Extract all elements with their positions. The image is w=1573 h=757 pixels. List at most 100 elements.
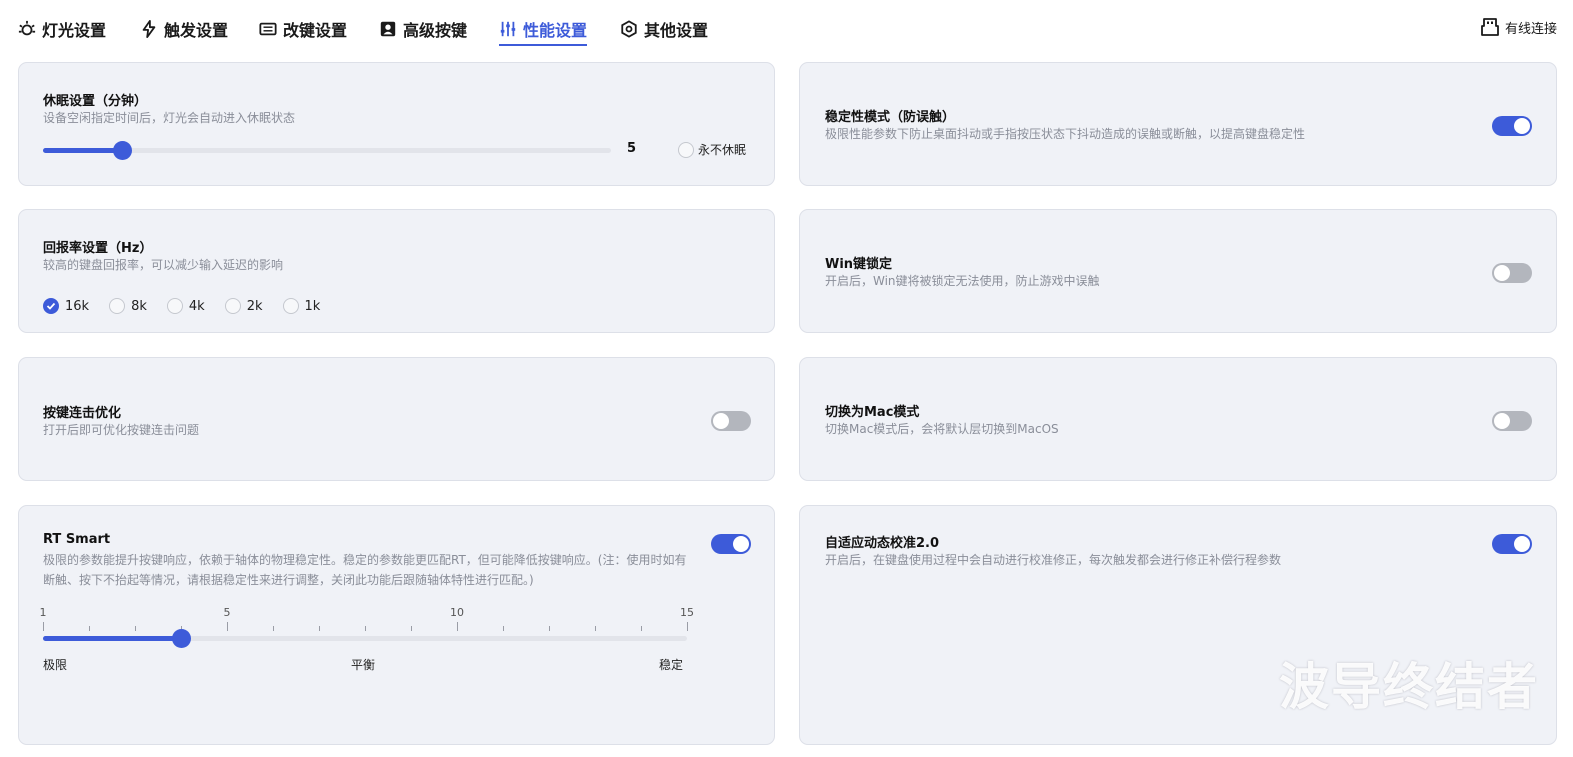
win-lock-title: Win键锁定 [825, 257, 893, 272]
toggle-knob [1514, 536, 1530, 552]
report-rate-option-1k[interactable]: 1k [282, 298, 321, 314]
rt-tick-label: 5 [223, 606, 231, 619]
report-rate-title: 回报率设置（Hz） [43, 241, 153, 256]
debounce-toggle[interactable] [711, 411, 751, 431]
radio-dot[interactable] [224, 298, 241, 314]
adaptive-toggle[interactable] [1492, 534, 1532, 554]
sliders-icon [500, 21, 516, 37]
rt-smart-scale: 1 5 10 15 [39, 606, 694, 636]
check-icon [46, 302, 56, 310]
rt-tick-mark [42, 622, 44, 631]
sleep-slider-fill [43, 148, 122, 153]
rt-smart-slider[interactable] [43, 629, 687, 648]
sleep-value: 5 [627, 141, 637, 156]
radio-label: 16k [65, 298, 90, 314]
mac-mode-title: 切换为Mac模式 [825, 405, 920, 420]
rt-tick-mark [594, 626, 596, 631]
rt-smart-slider-thumb[interactable] [172, 629, 191, 648]
report-rate-option-8k[interactable]: 8k [109, 298, 147, 314]
rt-label-right: 稳定 [659, 658, 684, 672]
lightning-icon [142, 20, 156, 38]
hexagon-settings-icon [621, 20, 637, 38]
radio-label: 8k [131, 298, 147, 314]
toggle-knob [713, 413, 729, 429]
win-lock-description: 开启后，Win键将被锁定无法使用，防止游戏中误触 [825, 274, 1100, 288]
tab-keymap[interactable]: 改键设置 [259, 14, 347, 44]
rt-tick-mark [640, 626, 642, 631]
never-sleep-radio[interactable]: 永不休眠 [678, 141, 746, 158]
watermark-text: 波导终结者 [1279, 658, 1539, 716]
report-rate-card: 回报率设置（Hz） 较高的键盘回报率，可以减少输入延迟的影响 16k 8k 4k… [18, 209, 775, 333]
tab-label: 改键设置 [283, 21, 348, 40]
toggle-knob [1494, 413, 1510, 429]
rt-tick-mark [548, 626, 550, 631]
rt-tick-label: 1 [39, 606, 47, 619]
rt-label-mid: 平衡 [351, 658, 376, 672]
rt-smart-toggle[interactable] [711, 534, 751, 554]
radio-dot[interactable] [43, 298, 59, 314]
sleep-slider[interactable] [43, 141, 611, 160]
keyboard-icon [259, 22, 277, 36]
adaptive-description: 开启后，在键盘使用过程中会自动进行校准修正，每次触发都会进行修正补偿行程参数 [825, 553, 1282, 567]
win-lock-toggle[interactable] [1492, 263, 1532, 283]
sleep-slider-thumb[interactable] [113, 141, 132, 160]
rt-tick-label: 10 [450, 606, 464, 619]
stability-mode-card: 稳定性模式（防误触） 极限性能参数下防止桌面抖动或手指按压状态下抖动造成的误触或… [799, 62, 1557, 186]
toggle-knob [1494, 265, 1510, 281]
mac-mode-description: 切换Mac模式后，会将默认层切换到MacOS [825, 422, 1059, 436]
tab-label: 灯光设置 [42, 21, 107, 40]
tab-label: 性能设置 [523, 21, 588, 40]
rt-tick-label: 15 [680, 606, 694, 619]
sleep-title: 休眠设置（分钟） [43, 94, 148, 109]
stability-title: 稳定性模式（防误触） [825, 110, 956, 125]
report-rate-description: 较高的键盘回报率，可以减少输入延迟的影响 [43, 258, 284, 272]
mac-mode-toggle[interactable] [1492, 411, 1532, 431]
tab-label: 高级按键 [403, 21, 468, 40]
rt-tick-mark [226, 622, 228, 631]
never-sleep-radio-dot[interactable] [678, 141, 694, 158]
top-nav: 灯光设置 触发设置 改键设置 高级按键 性能设置 其他设置 有线连接 [0, 0, 1573, 56]
debounce-title: 按键连击优化 [43, 406, 122, 421]
report-rate-option-4k[interactable]: 4k [166, 298, 205, 314]
tab-other[interactable]: 其他设置 [620, 14, 708, 44]
debounce-description: 打开后即可优化按键连击问题 [43, 423, 200, 437]
report-rate-option-2k[interactable]: 2k [224, 298, 263, 314]
rt-tick-mark [134, 626, 136, 631]
rt-tick-mark [502, 626, 504, 631]
debounce-card: 按键连击优化 打开后即可优化按键连击问题 [18, 357, 775, 481]
bulb-icon [18, 20, 36, 36]
rt-label-left: 极限 [43, 658, 68, 672]
win-lock-card: Win键锁定 开启后，Win键将被锁定无法使用，防止游戏中误触 [799, 209, 1557, 333]
toggle-knob [1514, 118, 1530, 134]
connection-label: 有线连接 [1504, 21, 1557, 37]
radio-dot[interactable] [282, 298, 299, 314]
rt-smart-title: RT Smart [43, 532, 111, 547]
radio-dot[interactable] [166, 298, 183, 314]
toggle-knob [733, 536, 749, 552]
rt-tick-mark [318, 626, 320, 631]
rt-tick-mark [456, 622, 458, 631]
report-rate-options: 16k 8k 4k 2k 1k [43, 298, 320, 314]
tab-trigger[interactable]: 触发设置 [140, 14, 228, 44]
report-rate-option-16k[interactable]: 16k [43, 298, 89, 314]
connection-status: 有线连接 [1481, 17, 1557, 37]
mac-mode-card: 切换为Mac模式 切换Mac模式后，会将默认层切换到MacOS [799, 357, 1557, 481]
rt-tick-mark [686, 622, 688, 631]
never-sleep-label: 永不休眠 [698, 143, 747, 157]
rt-tick-mark [88, 626, 90, 631]
tab-lighting[interactable]: 灯光设置 [18, 14, 106, 44]
sleep-description: 设备空闲指定时间后，灯光会自动进入休眠状态 [43, 111, 296, 125]
radio-label: 4k [188, 298, 205, 314]
stability-toggle[interactable] [1492, 116, 1532, 136]
rt-smart-card: RT Smart 极限的参数能提升按键响应，依赖于轴体的物理稳定性。稳定的参数能… [18, 505, 775, 745]
stability-description: 极限性能参数下防止桌面抖动或手指按压状态下抖动造成的误触或断触，以提高键盘稳定性 [825, 127, 1306, 141]
usb-connector-icon [1481, 18, 1499, 36]
radio-label: 1k [304, 298, 321, 314]
tab-label: 其他设置 [644, 21, 709, 40]
tab-performance[interactable]: 性能设置 [499, 14, 588, 46]
tab-label: 触发设置 [164, 21, 229, 40]
rt-smart-description: 极限的参数能提升按键响应，依赖于轴体的物理稳定性。稳定的参数能更匹配RT，但可能… [43, 553, 687, 587]
tab-advanced-keys[interactable]: 高级按键 [379, 14, 467, 44]
rt-tick-mark [364, 626, 366, 631]
radio-dot[interactable] [109, 298, 126, 314]
